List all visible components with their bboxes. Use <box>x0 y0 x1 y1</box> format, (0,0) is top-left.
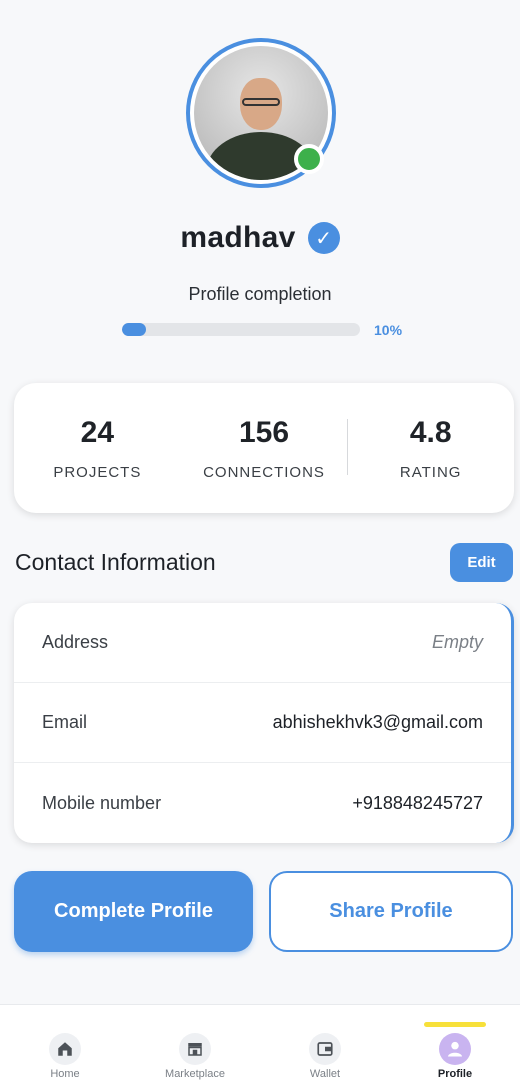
contact-value: +918848245727 <box>352 792 483 813</box>
contact-label: Mobile number <box>42 792 162 813</box>
contact-row-mobile[interactable]: Mobile number +918848245727 <box>14 763 511 843</box>
name-row: madhav ✓ <box>0 218 520 258</box>
stat-connections: 156 CONNECTIONS <box>181 416 348 481</box>
stat-label: CONNECTIONS <box>203 463 325 481</box>
nav-item-home[interactable]: Home <box>0 1005 130 1080</box>
stat-value: 156 <box>238 415 290 449</box>
nav-item-marketplace[interactable]: Marketplace <box>130 1005 260 1080</box>
nav-active-indicator <box>424 1022 486 1027</box>
stat-label: PROJECTS <box>53 463 142 481</box>
contact-value: Empty <box>431 632 483 652</box>
nav-label: Home <box>50 1068 80 1080</box>
profile-name: madhav <box>180 221 296 254</box>
nav-label: Marketplace <box>165 1068 225 1080</box>
profile-completion-bar <box>122 323 360 336</box>
contact-label: Address <box>42 632 109 652</box>
share-profile-button[interactable]: Share Profile <box>269 871 513 952</box>
stats-card: 24 PROJECTS 156 CONNECTIONS 4.8 RATING <box>14 383 514 513</box>
contact-value: abhishekhvk3@gmail.com <box>272 712 483 732</box>
complete-profile-button[interactable]: Complete Profile <box>14 871 253 952</box>
profile-completion-percent: 10% <box>374 322 403 338</box>
nav-label: Profile <box>437 1068 473 1080</box>
contact-information-title: Contact Information <box>15 549 216 575</box>
nav-item-profile[interactable]: Profile <box>390 1005 520 1080</box>
stat-projects: 24 PROJECTS <box>14 416 181 481</box>
contact-label: Email <box>42 712 88 732</box>
wallet-icon <box>309 1033 341 1065</box>
home-icon <box>49 1033 81 1065</box>
avatar-glasses <box>242 98 280 106</box>
edit-contact-button[interactable]: Edit <box>450 543 513 582</box>
avatar[interactable] <box>186 38 336 188</box>
contact-row-address[interactable]: Address Empty <box>14 603 511 683</box>
contact-row-email[interactable]: Email abhishekhvk3@gmail.com <box>14 683 511 763</box>
stats-divider <box>347 419 348 475</box>
contact-card: Address Empty Email abhishekhvk3@gmail.c… <box>14 603 514 843</box>
store-icon <box>179 1033 211 1065</box>
profile-icon <box>439 1033 471 1065</box>
profile-screen: madhav ✓ Profile completion 10% 24 PROJE… <box>0 0 520 1080</box>
online-status-icon <box>294 144 324 174</box>
stat-value: 4.8 <box>409 415 452 449</box>
stat-value: 24 <box>80 415 115 449</box>
nav-label: Wallet <box>309 1068 341 1080</box>
profile-completion-label: Profile completion <box>188 284 332 304</box>
stat-label: RATING <box>399 463 462 481</box>
nav-item-wallet[interactable]: Wallet <box>260 1005 390 1080</box>
profile-completion-fill <box>122 323 146 336</box>
stat-rating: 4.8 RATING <box>347 416 514 481</box>
bottom-nav: Home Marketplace Wallet Profile <box>0 1004 520 1080</box>
verified-icon: ✓ <box>307 222 340 254</box>
